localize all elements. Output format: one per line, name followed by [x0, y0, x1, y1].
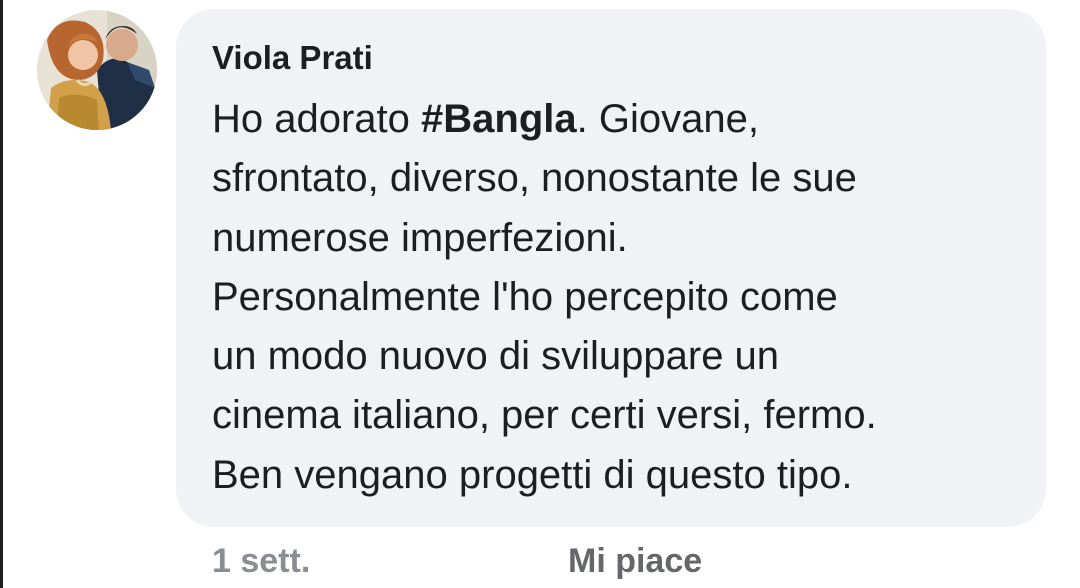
comment-actions: 1 sett. Mi piace [0, 540, 1080, 584]
window-edge [0, 0, 3, 588]
comment-timestamp[interactable]: 1 sett. [212, 540, 310, 582]
comment-line: Personalmente l'ho percepito come [212, 274, 838, 319]
comment-line: Ben vengano progetti di questo tipo. [212, 452, 853, 497]
comment-author[interactable]: Viola Prati [212, 39, 373, 77]
avatar[interactable] [37, 10, 157, 130]
comment-line: cinema italiano, per certi versi, fermo. [212, 393, 877, 438]
comment-line: un modo nuovo di sviluppare un [212, 334, 780, 379]
comment-text-segment: Ho adorato [212, 97, 422, 141]
comment-bubble: Viola Prati Ho adorato #Bangla. Giovane,… [176, 9, 1046, 527]
avatar-photo-icon [37, 10, 157, 130]
like-button[interactable]: Mi piace [568, 540, 702, 582]
comment-text-segment: . Giovane, [576, 97, 759, 141]
comment-text: Ho adorato #Bangla. Giovane, sfrontato, … [212, 90, 1042, 505]
hashtag-link[interactable]: #Bangla [421, 97, 577, 141]
comment-line: Ho adorato #Bangla. Giovane, [212, 90, 1042, 149]
comment-line: numerose imperfezioni. [212, 215, 628, 260]
comment-line: sfrontato, diverso, nonostante le sue [212, 156, 857, 201]
